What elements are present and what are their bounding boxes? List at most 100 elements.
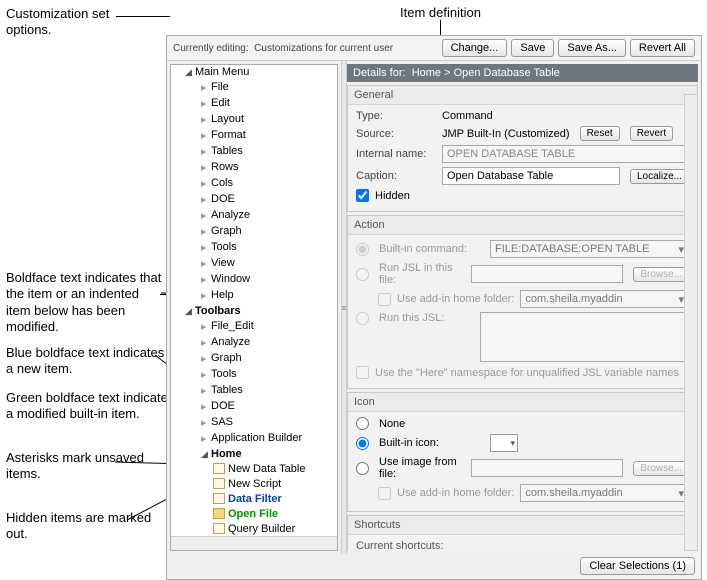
horizontal-scrollbar[interactable] bbox=[171, 536, 337, 550]
general-header: General bbox=[348, 86, 697, 105]
internal-name-field bbox=[442, 145, 689, 163]
currently-editing-label: Currently editing: Customizations for cu… bbox=[173, 43, 393, 54]
tree-item[interactable]: Rows bbox=[211, 161, 239, 173]
builtin-command-radio bbox=[356, 243, 369, 256]
save-as-button[interactable]: Save As... bbox=[558, 39, 626, 57]
hidden-label: Hidden bbox=[375, 190, 410, 202]
tree-toolbars[interactable]: Toolbars bbox=[195, 305, 241, 317]
icon-preview-dropdown[interactable] bbox=[490, 434, 518, 452]
addin-home-checkbox bbox=[378, 293, 391, 306]
tree-item[interactable]: DOE bbox=[211, 400, 235, 412]
tree-item[interactable]: Graph bbox=[211, 225, 242, 237]
icon-header: Icon bbox=[348, 393, 697, 412]
run-file-field bbox=[471, 265, 623, 283]
icon-browse-button: Browse... bbox=[633, 461, 689, 476]
source-value: JMP Built-In (Customized) bbox=[442, 128, 570, 140]
tree-item[interactable]: Help bbox=[211, 289, 234, 301]
here-namespace-label: Use the "Here" namespace for unqualified… bbox=[375, 367, 679, 379]
tree-item[interactable]: File_Edit bbox=[211, 320, 254, 332]
icon-addin-combo: com.sheila.myaddin bbox=[520, 484, 689, 502]
change-button[interactable]: Change... bbox=[442, 39, 508, 57]
tree-item[interactable]: Analyze bbox=[211, 209, 250, 221]
tree-item-open-file[interactable]: Open File bbox=[228, 508, 278, 520]
tree-item[interactable]: Graph bbox=[211, 352, 242, 364]
builtin-command-label: Built-in command: bbox=[379, 243, 484, 255]
query-icon bbox=[213, 523, 225, 534]
addin-home-label: Use add-in home folder: bbox=[397, 293, 514, 305]
tree-item[interactable]: Window bbox=[211, 273, 250, 285]
menu-editor-window: Currently editing: Customizations for cu… bbox=[166, 35, 702, 580]
jsl-textarea bbox=[480, 312, 689, 362]
tree-item[interactable]: Tools bbox=[211, 368, 237, 380]
caption-label: Caption: bbox=[356, 170, 436, 182]
vertical-scrollbar[interactable] bbox=[684, 94, 698, 551]
folder-icon bbox=[213, 508, 225, 519]
tree-item-data-filter[interactable]: Data Filter bbox=[228, 493, 282, 505]
tree-item[interactable]: DOE bbox=[211, 193, 235, 205]
tree-item[interactable]: Tables bbox=[211, 145, 243, 157]
tree-item[interactable]: Application Builder bbox=[211, 432, 302, 444]
localize-button[interactable]: Localize... bbox=[630, 169, 689, 184]
hidden-checkbox[interactable] bbox=[356, 189, 369, 202]
tree-home[interactable]: Home bbox=[211, 448, 242, 460]
addin-home-combo: com.sheila.myaddin bbox=[520, 290, 689, 308]
annotation-boldface: Boldface text indicates that the item or… bbox=[6, 270, 166, 335]
tree-item[interactable]: Tables bbox=[211, 384, 243, 396]
annotation-hidden: Hidden items are marked out. bbox=[6, 510, 166, 543]
tree-main-menu[interactable]: Main Menu bbox=[195, 66, 249, 78]
here-namespace-checkbox bbox=[356, 366, 369, 379]
tree-item[interactable]: Analyze bbox=[211, 336, 250, 348]
run-jsl-label: Run this JSL: bbox=[379, 312, 474, 324]
icon-image-field bbox=[471, 459, 623, 477]
annotation-green-bold: Green boldface text indicates a modified… bbox=[6, 390, 176, 423]
menu-tree[interactable]: Main Menu File Edit Layout Format Tables… bbox=[170, 64, 338, 551]
run-jsl-radio bbox=[356, 312, 369, 325]
shortcuts-panel: Shortcuts Current shortcuts: Remove New … bbox=[347, 515, 698, 551]
clear-selections-button[interactable]: Clear Selections (1) bbox=[580, 557, 695, 575]
current-shortcuts-label: Current shortcuts: bbox=[356, 540, 689, 551]
run-file-label: Run JSL in this file: bbox=[379, 262, 465, 286]
revert-button[interactable]: Revert bbox=[630, 126, 673, 141]
revert-all-button[interactable]: Revert All bbox=[630, 39, 695, 57]
icon-image-label: Use image from file: bbox=[379, 456, 465, 480]
builtin-command-combo: FILE:DATABASE:OPEN TABLE bbox=[490, 240, 689, 258]
icon-builtin-label: Built-in icon: bbox=[379, 437, 484, 449]
type-label: Type: bbox=[356, 110, 436, 122]
caption-field[interactable] bbox=[442, 167, 620, 185]
icon-builtin-radio[interactable] bbox=[356, 437, 369, 450]
browse-button: Browse... bbox=[633, 267, 689, 282]
details-pane: Details for: Home > Open Database Table … bbox=[347, 64, 698, 551]
tree-item[interactable]: New Script bbox=[228, 478, 281, 490]
type-value: Command bbox=[442, 110, 493, 122]
annotation-customization-set: Customization set options. bbox=[6, 6, 146, 39]
source-label: Source: bbox=[356, 128, 436, 140]
annotation-item-definition: Item definition bbox=[400, 5, 481, 21]
tree-item[interactable]: Cols bbox=[211, 177, 233, 189]
tree-item[interactable]: Layout bbox=[211, 113, 244, 125]
icon-panel: Icon None Built-in icon: Use image from … bbox=[347, 392, 698, 512]
tree-item[interactable]: Format bbox=[211, 129, 246, 141]
shortcuts-header: Shortcuts bbox=[348, 516, 697, 535]
icon-none-radio[interactable] bbox=[356, 417, 369, 430]
script-icon bbox=[213, 478, 225, 489]
footer: Clear Selections (1) bbox=[167, 554, 701, 578]
tree-item[interactable]: File bbox=[211, 81, 229, 93]
tree-item[interactable]: Query Builder bbox=[228, 523, 295, 535]
icon-addin-checkbox bbox=[378, 487, 391, 500]
action-panel: Action Built-in command: FILE:DATABASE:O… bbox=[347, 215, 698, 389]
tree-item[interactable]: View bbox=[211, 257, 235, 269]
icon-none-label: None bbox=[379, 418, 405, 430]
filter-icon bbox=[213, 493, 225, 504]
tree-item[interactable]: SAS bbox=[211, 416, 233, 428]
breadcrumb: Details for: Home > Open Database Table bbox=[347, 64, 698, 82]
run-file-radio bbox=[356, 268, 369, 281]
annotation-blue-bold: Blue boldface text indicates a new item. bbox=[6, 345, 166, 378]
topbar: Currently editing: Customizations for cu… bbox=[167, 36, 701, 61]
tree-item[interactable]: New Data Table bbox=[228, 463, 305, 475]
annotation-asterisks: Asterisks mark unsaved items. bbox=[6, 450, 166, 483]
tree-item[interactable]: Tools bbox=[211, 241, 237, 253]
tree-item[interactable]: Edit bbox=[211, 97, 230, 109]
icon-image-radio[interactable] bbox=[356, 462, 369, 475]
reset-button[interactable]: Reset bbox=[580, 126, 620, 141]
save-button[interactable]: Save bbox=[511, 39, 554, 57]
